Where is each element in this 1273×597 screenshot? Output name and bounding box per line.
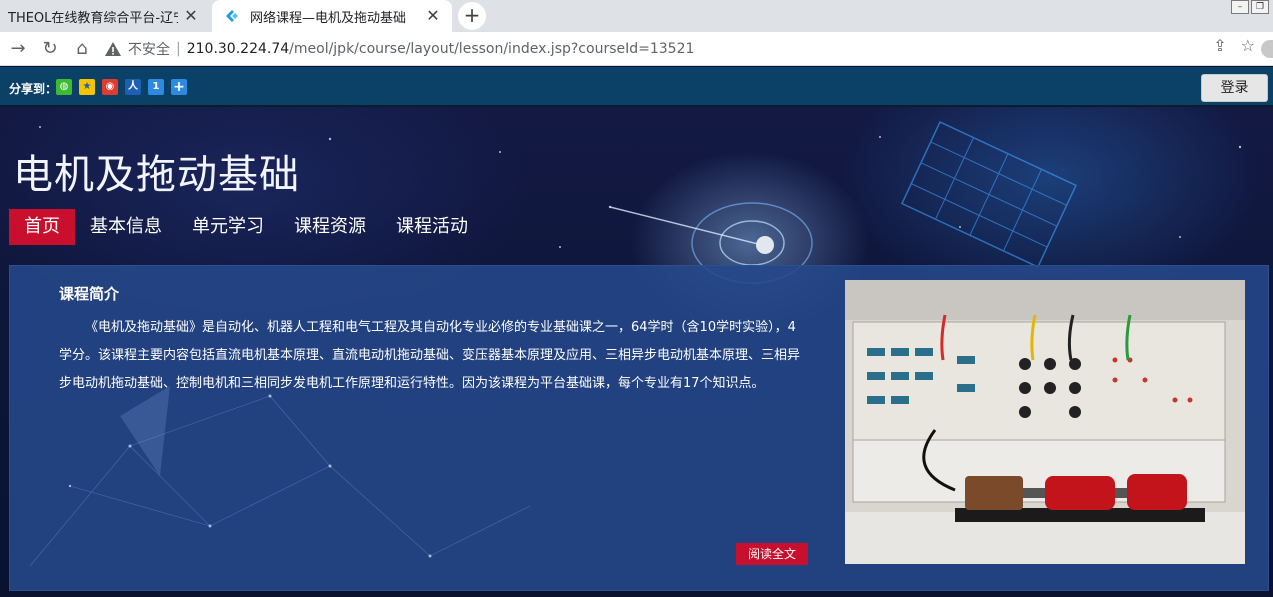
lab-equipment-image <box>845 280 1245 564</box>
course-intro-panel: 课程简介 《电机及拖动基础》是自动化、机器人工程和电气工程及其自动化专业必修的专… <box>9 265 1269 591</box>
minimize-icon[interactable]: – <box>1231 0 1249 14</box>
browser-tab-theol[interactable]: THEOL在线教育综合平台-辽宁科 ✕ <box>0 0 210 32</box>
reload-icon[interactable]: ↻ <box>38 37 62 61</box>
tab-title: 网络课程—电机及拖动基础 <box>250 10 407 26</box>
login-button[interactable]: 登录 <box>1201 74 1268 102</box>
more-share-icon[interactable]: + <box>171 79 187 95</box>
share-bar: 分享到： ◍ ★ ◉ 人 1 + 登录 <box>0 67 1273 107</box>
bookmark-star-icon[interactable]: ☆ <box>1241 36 1255 55</box>
intro-text: 《电机及拖动基础》是自动化、机器人工程和电气工程及其自动化专业必修的专业基础课之… <box>59 320 801 391</box>
nav-basic-info[interactable]: 基本信息 <box>75 209 177 245</box>
nav-course-resources[interactable]: 课程资源 <box>279 209 381 245</box>
address-bar[interactable]: 不安全 | 210.30.224.74 /meol/jpk/course/lay… <box>104 36 1254 62</box>
omnibox-actions: ⇪ ☆ <box>1213 36 1255 55</box>
restore-icon[interactable]: ❐ <box>1251 0 1269 14</box>
share-icon-list: ◍ ★ ◉ 人 1 + <box>56 79 187 95</box>
course-title: 电机及拖动基础 <box>13 152 300 198</box>
renren-icon[interactable]: 人 <box>125 79 141 95</box>
nav-unit-study[interactable]: 单元学习 <box>177 209 279 245</box>
window-controls: – ❐ <box>1229 0 1269 14</box>
warning-icon <box>105 42 121 56</box>
wechat-icon[interactable]: ◍ <box>56 79 72 95</box>
url-host: 210.30.224.74 <box>186 41 290 57</box>
url-separator: | <box>176 41 181 57</box>
url-path: /meol/jpk/course/layout/lesson/index.jsp… <box>289 41 695 57</box>
kaixin-icon[interactable]: 1 <box>148 79 164 95</box>
home-icon[interactable]: ⌂ <box>70 37 94 61</box>
page-body: 分享到： ◍ ★ ◉ 人 1 + 登录 电机及拖动基础 首页 基本信息 单元学习… <box>0 67 1273 597</box>
new-tab-button[interactable]: + <box>458 2 486 30</box>
share-page-icon[interactable]: ⇪ <box>1213 36 1226 55</box>
back-icon[interactable]: → <box>6 37 30 61</box>
browser-tab-course[interactable]: 网络课程—电机及拖动基础 ✕ <box>212 0 452 32</box>
security-label: 不安全 <box>128 42 170 58</box>
favicon-icon <box>226 10 238 22</box>
browser-toolbar: → ↻ ⌂ 不安全 | 210.30.224.74 /meol/jpk/cour… <box>0 32 1273 66</box>
close-icon[interactable]: ✕ <box>182 7 200 25</box>
main-nav: 首页 基本信息 单元学习 课程资源 课程活动 <box>9 209 483 245</box>
tab-title: THEOL在线教育综合平台-辽宁科 <box>8 10 178 26</box>
profile-avatar[interactable] <box>1261 40 1273 58</box>
nav-home[interactable]: 首页 <box>9 209 75 245</box>
close-icon[interactable]: ✕ <box>424 7 442 25</box>
intro-heading: 课程简介 <box>59 285 120 303</box>
browser-tab-strip: THEOL在线教育综合平台-辽宁科 ✕ 网络课程—电机及拖动基础 ✕ + – ❐ <box>0 0 1273 32</box>
nav-course-activities[interactable]: 课程活动 <box>381 209 483 245</box>
qzone-icon[interactable]: ★ <box>79 79 95 95</box>
read-more-button[interactable]: 阅读全文 <box>736 543 808 565</box>
share-label: 分享到： <box>9 82 58 96</box>
weibo-icon[interactable]: ◉ <box>102 79 118 95</box>
